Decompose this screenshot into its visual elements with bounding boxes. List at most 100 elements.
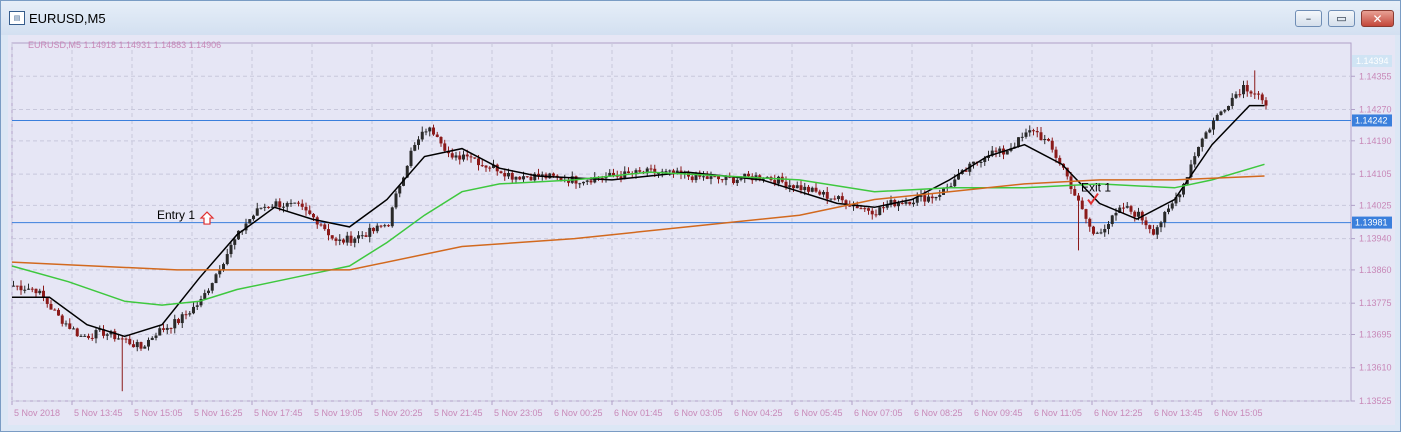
candle-body-bear <box>435 134 439 137</box>
candle-body-bear <box>882 207 885 209</box>
candle-body-bear <box>372 227 375 232</box>
candle-body-bull <box>1178 194 1182 198</box>
candle-body-bull <box>585 180 589 182</box>
price-tick-label: 1.13695 <box>1359 329 1392 339</box>
symbol-info: EURUSD,M5 1.14918 1.14931 1.14883 1.1490… <box>28 40 221 50</box>
candle-body-bear <box>57 309 60 316</box>
candle-body-bull <box>117 338 120 340</box>
plot-frame <box>11 42 1352 402</box>
candle-body-bull <box>360 235 364 237</box>
candle-body-bull <box>203 293 207 300</box>
time-tick-label: 5 Nov 21:45 <box>434 408 483 418</box>
time-tick-label: 5 Nov 23:05 <box>494 408 543 418</box>
window-title: EURUSD,M5 <box>29 11 106 26</box>
candle-body-bear <box>870 210 874 215</box>
candle-body-bull <box>735 179 739 184</box>
minimize-icon: – <box>1305 12 1312 25</box>
time-tick-label: 6 Nov 07:05 <box>854 408 903 418</box>
title-bar[interactable]: ▤ EURUSD,M5 – ▭ ✕ <box>1 1 1400 35</box>
time-axis[interactable]: 5 Nov 2018 5 Nov 13:45 5 Nov 15:05 5 Nov 16… <box>11 401 1263 418</box>
candle-body-bull <box>582 181 585 184</box>
candle-body-bull <box>938 194 942 197</box>
candle-body-bull <box>147 339 150 347</box>
candle-body-bear <box>649 168 653 170</box>
candle-body-bull <box>1110 215 1114 225</box>
candle-body-bull <box>1170 203 1174 209</box>
candle-body-bear <box>1148 225 1152 230</box>
candle-body-bear <box>1249 91 1253 94</box>
candle-body-bear <box>784 181 788 188</box>
candle-body-bear <box>1238 94 1242 96</box>
candle-body-bull <box>165 327 169 330</box>
price-chart[interactable]: 1.14242 1.13981 Entry 1 Exit 1 1.14355 1.14… <box>8 35 1395 425</box>
candle-body-bull <box>143 346 147 349</box>
candle-body-bear <box>1264 100 1268 106</box>
close-button[interactable]: ✕ <box>1361 10 1394 27</box>
candle-body-bear <box>1080 200 1084 210</box>
candle-body-bear <box>1122 207 1125 209</box>
candle-body-bear <box>45 297 49 304</box>
candle-body-bull <box>218 270 222 275</box>
time-tick-label: 5 Nov 19:05 <box>314 408 363 418</box>
candle-body-bull <box>1193 156 1197 165</box>
candle-body-bear <box>930 196 934 199</box>
maximize-button[interactable]: ▭ <box>1328 10 1355 27</box>
candle-body-bear <box>818 191 822 195</box>
candle-body-bear <box>848 205 852 207</box>
candle-body-bull <box>837 196 840 200</box>
candle-body-bull <box>409 150 413 166</box>
minimize-button[interactable]: – <box>1295 10 1322 27</box>
candle-body-bull <box>1107 224 1110 229</box>
candle-body-bull <box>1159 222 1163 228</box>
candle-body-bear <box>1047 139 1050 141</box>
candle-body-bull <box>214 274 218 284</box>
candle-body-bull <box>522 176 525 180</box>
candle-body-bull <box>1155 227 1159 235</box>
top-price-label: 1.14394 <box>1356 56 1389 66</box>
candle-body-bull <box>150 337 154 340</box>
candle-body-bear <box>177 319 180 324</box>
candle-body-bull <box>878 207 882 216</box>
chart-canvas[interactable]: 1.142421.13981 Entry 1Exit 1 1.143551.14… <box>8 35 1395 425</box>
candle-body-bull <box>1020 136 1024 138</box>
candle-body-bear <box>49 303 53 310</box>
candle-body-bear <box>552 173 555 176</box>
candle-body-bear <box>484 165 488 168</box>
candle-body-bear <box>792 185 795 189</box>
candle-body-bull <box>195 305 199 307</box>
candle-body-bear <box>334 238 338 241</box>
candle-body-bull <box>135 342 139 348</box>
candle-body-bear <box>364 235 368 237</box>
time-tick-label: 6 Nov 13:45 <box>1154 408 1203 418</box>
time-tick-label: 5 Nov 20:25 <box>374 408 423 418</box>
candle-body-bear <box>312 213 315 218</box>
candle-body-bull <box>207 290 210 294</box>
price-tick-label: 1.14105 <box>1359 169 1392 179</box>
price-axis[interactable]: 1.14355 1.14270 1.14190 1.14105 1.14025 1.139… <box>1351 54 1392 406</box>
candle-body-bear <box>349 235 353 243</box>
moving-averages <box>11 104 1265 338</box>
candle-body-bear <box>807 186 810 192</box>
candle-body-bear <box>1133 211 1137 217</box>
candle-body-bear <box>1073 189 1077 196</box>
candle-body-bear <box>589 180 593 183</box>
candle-body-bull <box>259 207 263 209</box>
candle-body-bear <box>1257 93 1260 95</box>
candle-body-bear <box>319 224 323 226</box>
candle-body-bull <box>1005 150 1009 155</box>
horizontal-lines[interactable]: 1.14242 1.13981 <box>12 114 1392 229</box>
candle-body-bear <box>747 173 750 177</box>
candle-body-bear <box>330 235 334 239</box>
candle-body-bull <box>1095 232 1099 234</box>
candle-body-bear <box>60 315 64 324</box>
candle-body-bull <box>822 191 825 195</box>
candle-body-bear <box>923 195 927 202</box>
candle-body-bull <box>454 155 458 158</box>
candle-body-bear <box>162 328 165 330</box>
candle-body-bear <box>443 143 447 151</box>
candle-body-bull <box>803 186 807 191</box>
candle-body-bear <box>717 176 720 180</box>
time-tick-label: 5 Nov 15:05 <box>134 408 183 418</box>
candle-body-bull <box>724 176 728 181</box>
candle-body-bull <box>255 208 259 216</box>
